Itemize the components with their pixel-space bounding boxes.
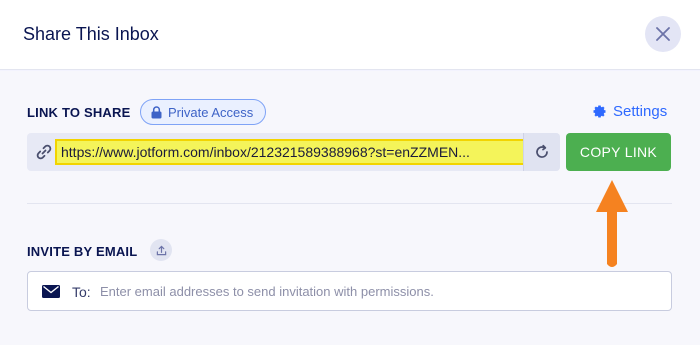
refresh-icon [536,144,548,158]
upload-button[interactable] [150,239,172,261]
to-label: To: [72,284,91,300]
email-invite-field: To: [27,271,672,311]
link-to-share-label: LINK TO SHARE [27,105,131,120]
badge-label: Private Access [168,104,254,120]
mail-icon [42,285,60,298]
close-button[interactable] [645,16,681,52]
gear-icon [593,105,606,118]
dialog-title: Share This Inbox [23,24,159,44]
upload-icon [156,245,166,255]
section-divider [27,203,672,204]
lock-icon [151,105,162,118]
arrow-up-icon [596,180,628,267]
close-icon [656,27,670,41]
copy-link-button[interactable]: COPY LINK [566,133,671,171]
share-link-url[interactable]: https://www.jotform.com/inbox/2123215893… [55,139,542,165]
settings-link[interactable]: Settings [592,103,667,120]
dialog-header: Share This Inbox [0,0,700,70]
email-input[interactable] [100,278,660,304]
settings-label: Settings [613,103,668,120]
share-dialog: Share This Inbox LINK TO SHARE Private A… [0,0,700,345]
private-access-badge[interactable]: Private Access [140,99,267,125]
refresh-link-button[interactable] [523,133,560,171]
invite-by-email-label: INVITE BY EMAIL [27,244,138,259]
share-link-field: https://www.jotform.com/inbox/2123215893… [27,133,560,171]
link-icon [36,144,52,160]
